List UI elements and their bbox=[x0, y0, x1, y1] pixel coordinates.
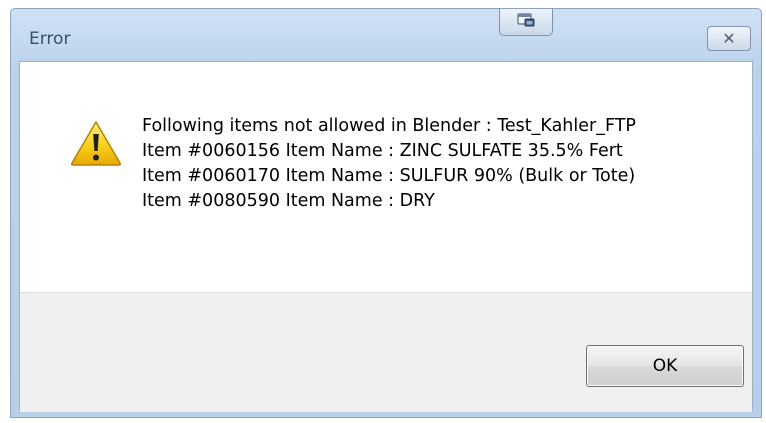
button-bar: OK bbox=[20, 292, 752, 412]
message-line: Item #0060170 Item Name : SULFUR 90% (Bu… bbox=[142, 166, 636, 186]
dialog-title: Error bbox=[29, 29, 71, 49]
message-line: Following items not allowed in Blender :… bbox=[142, 116, 636, 136]
ok-button[interactable]: OK bbox=[586, 345, 744, 387]
close-icon: ✕ bbox=[722, 28, 736, 48]
message-area: Following items not allowed in Blender :… bbox=[20, 62, 752, 292]
message-line: Item #0080590 Item Name : DRY bbox=[142, 191, 435, 211]
window-snap-icon bbox=[516, 12, 536, 32]
close-button[interactable]: ✕ bbox=[707, 26, 751, 51]
window-snap-button[interactable] bbox=[499, 9, 553, 36]
warning-icon bbox=[70, 120, 122, 166]
error-dialog: Error ✕ Following items not allowed in B… bbox=[10, 8, 762, 418]
message-line: Item #0060156 Item Name : ZINC SULFATE 3… bbox=[142, 141, 623, 161]
dialog-client-area: Following items not allowed in Blender :… bbox=[19, 61, 753, 412]
error-message: Following items not allowed in Blender :… bbox=[142, 114, 636, 214]
title-bar[interactable]: Error ✕ bbox=[11, 9, 761, 61]
